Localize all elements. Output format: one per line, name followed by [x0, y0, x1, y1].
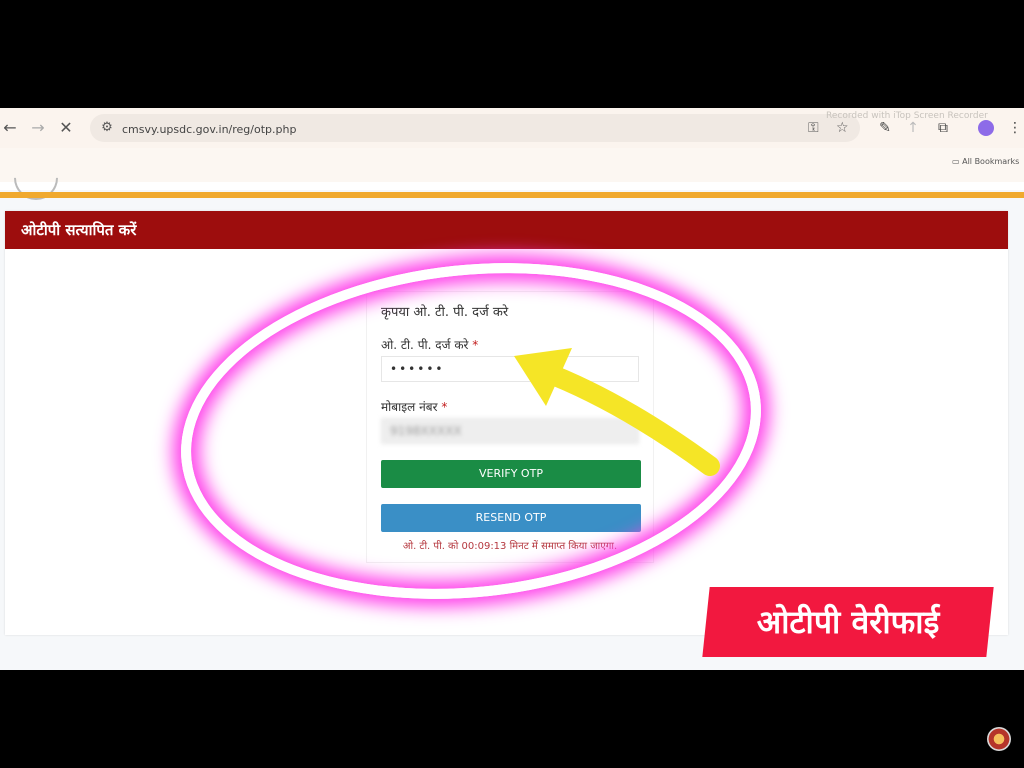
otp-label-text: ओ. टी. पी. दर्ज करे: [381, 338, 469, 352]
browser-toolbar: ← → ✕ ⚙ ⚿ ☆ Recorded with iTop Screen Re…: [0, 108, 1024, 149]
stop-loading-icon[interactable]: ✕: [56, 118, 76, 138]
menu-kebab-icon[interactable]: ⋮: [1004, 117, 1024, 139]
bookmark-star-icon[interactable]: ☆: [836, 118, 849, 138]
caption-banner-text: ओटीपी वेरीफाई: [756, 603, 940, 641]
browser-window: ← → ✕ ⚙ ⚿ ☆ Recorded with iTop Screen Re…: [0, 108, 1024, 670]
form-title: कृपया ओ. टी. पी. दर्ज करे: [381, 305, 509, 320]
url-input[interactable]: [120, 117, 774, 141]
eyedropper-icon[interactable]: ✎: [874, 117, 896, 139]
password-key-icon[interactable]: ⚿: [808, 118, 819, 138]
site-info-icon[interactable]: ⚙: [98, 118, 116, 138]
mobile-field-label: मोबाइल नंबर *: [381, 398, 447, 415]
channel-logo: [987, 727, 1011, 751]
profile-avatar[interactable]: [978, 120, 994, 136]
site-header-strip: [0, 182, 1024, 190]
resend-otp-button[interactable]: RESEND OTP: [381, 504, 641, 532]
otp-form: कृपया ओ. टी. पी. दर्ज करे ओ. टी. पी. दर्…: [366, 291, 654, 563]
required-asterisk: *: [441, 400, 448, 414]
otp-timer-text: ओ. टी. पी. को 00:09:13 मिनट में समाप्त क…: [402, 541, 618, 552]
back-icon[interactable]: ←: [0, 118, 20, 138]
mobile-number-field: [381, 418, 639, 444]
otp-field-label: ओ. टी. पी. दर्ज करे *: [381, 336, 478, 353]
header-divider: [0, 192, 1024, 198]
folder-icon: ▭: [952, 157, 960, 166]
otp-input[interactable]: [381, 356, 639, 382]
caption-banner: ओटीपी वेरीफाई: [702, 587, 994, 657]
forward-icon[interactable]: →: [28, 118, 48, 138]
extensions-icon[interactable]: ⧉: [932, 117, 954, 139]
card-header-title: ओटीपी सत्यापित करें: [5, 211, 1008, 249]
address-bar[interactable]: ⚙ ⚿ ☆: [90, 114, 860, 142]
verify-otp-button[interactable]: VERIFY OTP: [381, 460, 641, 488]
mobile-label-text: मोबाइल नंबर: [381, 400, 438, 414]
all-bookmarks[interactable]: ▭ All Bookmarks: [952, 157, 1019, 166]
required-asterisk: *: [472, 338, 479, 352]
share-icon[interactable]: ↑: [902, 117, 924, 139]
all-bookmarks-label: All Bookmarks: [962, 157, 1020, 166]
otp-card: ओटीपी सत्यापित करें कृपया ओ. टी. पी. दर्…: [5, 211, 1008, 635]
bookmarks-bar: ▭ All Bookmarks: [0, 148, 1024, 183]
